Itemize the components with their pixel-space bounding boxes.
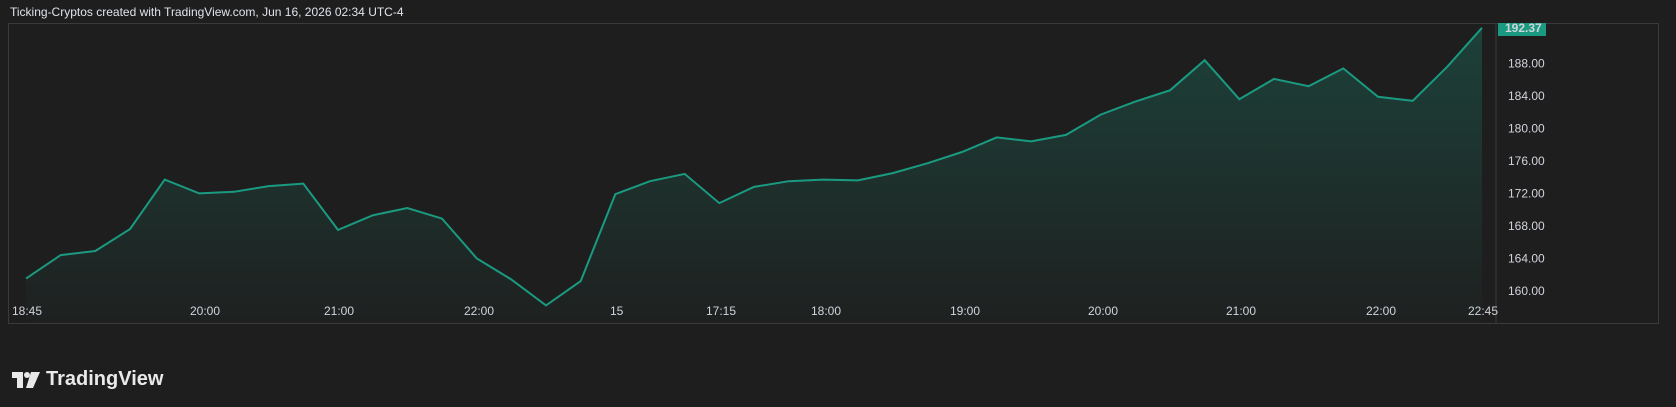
data-point (1445, 65, 1449, 69)
x-tick-label: 21:00 (324, 304, 354, 318)
data-point (475, 256, 479, 260)
x-tick-label: 18:00 (811, 304, 841, 318)
data-point (683, 172, 687, 176)
data-point (1029, 139, 1033, 143)
data-point (197, 191, 201, 195)
x-tick-label: 15 (610, 304, 624, 318)
data-point (648, 179, 652, 183)
data-point (1133, 100, 1137, 104)
data-point (24, 277, 28, 281)
data-point (93, 249, 97, 253)
data-point (579, 279, 583, 283)
data-point (891, 171, 895, 175)
data-point (1480, 26, 1484, 30)
y-tick-label: 172.00 (1508, 186, 1545, 200)
data-point (267, 184, 271, 188)
y-tick-label: 188.00 (1508, 56, 1545, 70)
x-tick-label: 22:00 (464, 304, 494, 318)
data-point (1307, 84, 1311, 88)
data-point (856, 178, 860, 182)
y-tick-label: 168.00 (1508, 219, 1545, 233)
chart-caption: Ticking-Cryptos created with TradingView… (10, 5, 404, 19)
x-tick-label: 20:00 (1088, 304, 1118, 318)
data-point (1411, 99, 1415, 103)
x-tick-label: 17:15 (706, 304, 736, 318)
data-point (995, 135, 999, 139)
data-point (821, 178, 825, 182)
data-point (1341, 66, 1345, 70)
price-chart[interactable]: 188.00 184.00 180.00 176.00 172.00 168.00 164.… (8, 23, 1668, 347)
data-point (128, 227, 132, 231)
y-tick-label: 160.00 (1508, 284, 1545, 298)
data-point (787, 179, 791, 183)
x-tick-label: 21:00 (1226, 304, 1256, 318)
chart-svg[interactable]: 188.00 184.00 180.00 176.00 172.00 168.00 164.… (8, 23, 1668, 347)
area-fill (26, 27, 1482, 324)
tradingview-logo-text: TradingView (46, 368, 164, 390)
last-price-label: 192.37 (1505, 23, 1542, 35)
data-point (336, 228, 340, 232)
data-point (1099, 113, 1103, 117)
data-point (1376, 95, 1380, 99)
y-tick-label: 180.00 (1508, 121, 1545, 135)
data-point (163, 178, 167, 182)
tradingview-logo-icon (12, 371, 40, 388)
x-tick-label: 18:45 (12, 304, 42, 318)
x-tick-label: 20:00 (190, 304, 220, 318)
tradingview-logo: TradingView (12, 368, 163, 391)
data-point (59, 253, 63, 257)
data-point (301, 182, 305, 186)
data-point (440, 217, 444, 221)
data-point (960, 150, 964, 154)
data-point (405, 206, 409, 210)
data-point (925, 161, 929, 165)
data-point (1272, 77, 1276, 81)
y-tick-label: 176.00 (1508, 154, 1545, 168)
y-tick-label: 164.00 (1508, 251, 1545, 265)
data-point (1168, 88, 1172, 92)
data-point (232, 190, 236, 194)
data-point (1203, 58, 1207, 62)
data-point (1064, 133, 1068, 137)
data-point (1237, 97, 1241, 101)
x-tick-label: 22:45 (1468, 304, 1498, 318)
data-point (371, 213, 375, 217)
data-point (509, 277, 513, 281)
data-point (544, 303, 548, 307)
y-tick-label: 184.00 (1508, 89, 1545, 103)
data-point (752, 185, 756, 189)
x-tick-label: 22:00 (1366, 304, 1396, 318)
data-point (613, 192, 617, 196)
x-tick-label: 19:00 (950, 304, 980, 318)
data-point (717, 201, 721, 205)
